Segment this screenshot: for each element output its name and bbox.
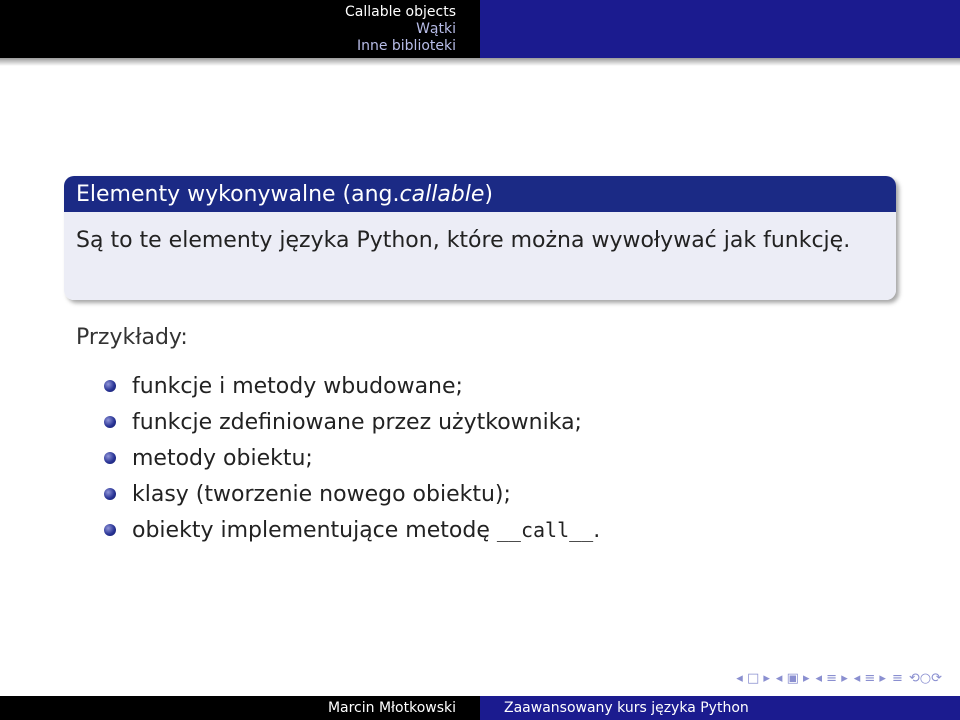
bullet-icon [104, 380, 116, 392]
list-item-text-suffix: . [593, 517, 601, 543]
list-item: obiekty implementujące metodę __call__. [104, 512, 600, 548]
examples-list: funkcje i metody wbudowane; funkcje zdef… [104, 368, 600, 548]
footer-title: Zaawansowany kurs języka Python [480, 696, 960, 720]
first-icon[interactable]: ◂ □ ▸ [736, 671, 770, 686]
bullet-icon [104, 452, 116, 464]
examples-label: Przykłady: [76, 325, 188, 350]
bullet-icon [104, 524, 116, 536]
prev-section-icon[interactable]: ◂ ≡ ▸ [816, 671, 848, 686]
list-item-text: klasy (tworzenie nowego obiektu); [132, 481, 511, 507]
beamer-navigation: ◂ □ ▸ ◂ ▣ ▸ ◂ ≡ ▸ ◂ ≡ ▸ ≡ ⟲○⟳ [736, 671, 942, 686]
list-item-text: funkcje i metody wbudowane; [132, 373, 463, 399]
footer-bar: Marcin Młotkowski Zaawansowany kurs języ… [0, 696, 960, 720]
section-navigation: Callable objects Wątki Inne biblioteki [0, 0, 480, 58]
list-item: metody obiektu; [104, 440, 600, 476]
header-right-panel [480, 0, 960, 58]
search-icon[interactable]: ⟲○⟳ [909, 671, 942, 686]
prev-frame-icon[interactable]: ◂ ▣ ▸ [776, 671, 810, 686]
list-item-text: funkcje zdefiniowane przez użytkownika; [132, 409, 582, 435]
block-title-prefix: Elementy wykonywalne (ang. [76, 182, 400, 207]
list-item-text: metody obiektu; [132, 445, 313, 471]
block-title-italic: callable [399, 182, 485, 207]
section-link-libraries[interactable]: Inne biblioteki [357, 38, 456, 55]
block-title: Elementy wykonywalne (ang.callable) [64, 176, 896, 212]
align-icon[interactable]: ≡ [892, 671, 903, 686]
definition-block: Elementy wykonywalne (ang.callable) Są t… [64, 176, 896, 300]
list-item: klasy (tworzenie nowego obiektu); [104, 476, 600, 512]
block-body: Są to te elementy języka Python, które m… [64, 212, 896, 300]
list-item-text-prefix: obiekty implementujące metodę [132, 517, 490, 543]
bullet-icon [104, 488, 116, 500]
header-bar: Callable objects Wątki Inne biblioteki [0, 0, 960, 58]
list-item: funkcje i metody wbudowane; [104, 368, 600, 404]
code-call: __call__ [496, 518, 594, 542]
next-section-icon[interactable]: ◂ ≡ ▸ [854, 671, 886, 686]
list-item: funkcje zdefiniowane przez użytkownika; [104, 404, 600, 440]
section-link-callable[interactable]: Callable objects [345, 4, 456, 21]
section-link-threads[interactable]: Wątki [416, 21, 456, 38]
bullet-icon [104, 416, 116, 428]
header-shadow [0, 58, 960, 66]
footer-author: Marcin Młotkowski [0, 696, 480, 720]
block-title-suffix: ) [484, 182, 494, 207]
